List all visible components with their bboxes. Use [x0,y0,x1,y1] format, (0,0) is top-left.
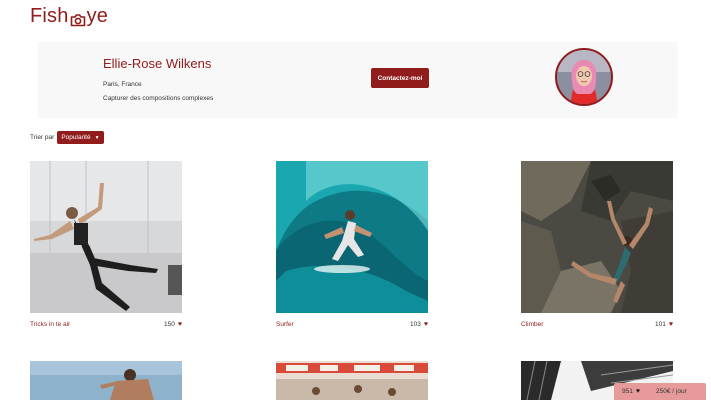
photo-partial[interactable] [30,361,182,400]
logo-text-left: Fish [30,4,69,27]
photographer-tagline: Capturer des compositions complexes [103,95,214,102]
photo-meta: Tricks in te air 150 ♥ [30,321,182,328]
photo-title: Tricks in te air [30,321,71,328]
photo-title: Climber [521,321,544,328]
like-count[interactable]: 101 ♥ [655,321,673,328]
photo-title: Surfer [276,321,294,328]
like-count-value: 103 [409,321,421,328]
contact-button[interactable]: Contactez-moi [371,68,429,88]
like-count-value: 101 [654,321,666,328]
daily-rate: 250€ / jour [656,388,687,395]
likes-price-summary: 951 ♥ 250€ / jour [614,383,706,400]
photo-partial[interactable] [276,361,428,400]
heart-icon: ♥ [668,321,673,328]
photo-surfer[interactable] [276,161,428,313]
heart-icon: ♥ [635,388,641,395]
photo-card: Climber 101 ♥ [521,161,673,328]
avatar [555,48,613,106]
photo-card: Surfer 103 ♥ [276,161,428,328]
photographer-header: Ellie-Rose Wilkens Paris, France Capture… [38,42,678,118]
photo-meta: Climber 101 ♥ [521,321,673,328]
heart-icon: ♥ [423,321,428,328]
sort-control: Trier par Popularité ▼ [30,131,104,144]
total-likes: 951 ♥ [622,388,640,395]
logo-text-right: ye [86,4,109,27]
chevron-down-icon: ▼ [94,134,100,141]
photo-meta: Surfer 103 ♥ [276,321,428,328]
photographer-name: Ellie-Rose Wilkens [103,56,212,71]
photo-dancer[interactable] [30,161,182,313]
like-count[interactable]: 103 ♥ [410,321,428,328]
photo-card: Tricks in te air 150 ♥ [30,161,182,328]
sort-dropdown[interactable]: Popularité ▼ [57,131,104,144]
total-likes-value: 951 [622,388,633,395]
like-count[interactable]: 150 ♥ [164,321,182,328]
like-count-value: 150 [163,321,175,328]
photographer-location: Paris, France [103,81,142,88]
sort-label: Trier par [30,134,55,141]
photo-climber[interactable] [521,161,673,313]
camera-icon [70,10,86,27]
fisheye-logo[interactable]: Fish ye [30,4,108,28]
heart-icon: ♥ [177,321,182,328]
sort-selected-value: Popularité [61,134,91,141]
